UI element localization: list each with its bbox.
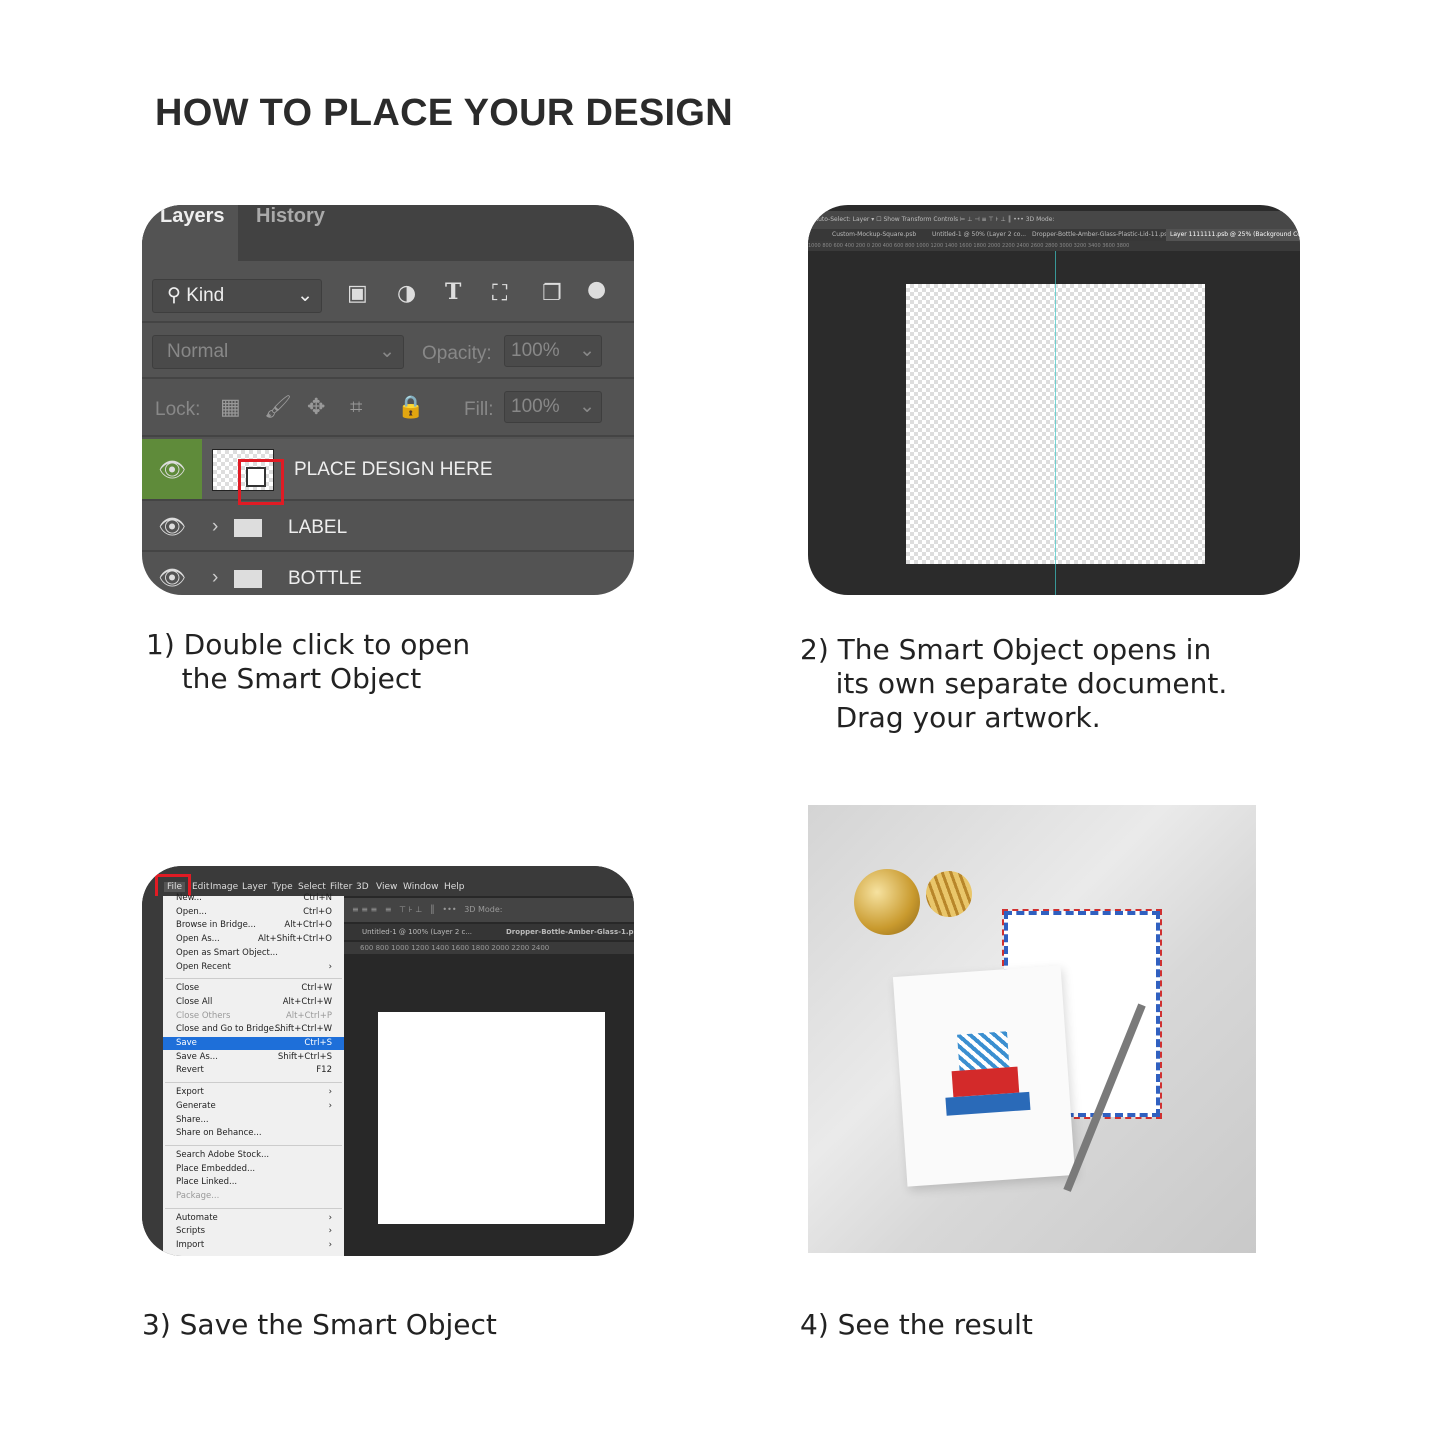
menu-layer[interactable]: Layer bbox=[242, 882, 267, 892]
lock-brush-icon[interactable]: 🖌 bbox=[264, 395, 292, 420]
menu-separator bbox=[165, 1207, 342, 1209]
chevron-down-icon: ⌄ bbox=[579, 396, 595, 417]
filter-toggle-icon[interactable]: ● bbox=[587, 277, 606, 302]
fill-label: Fill: bbox=[464, 399, 494, 420]
filter-kind-select[interactable]: ⚲ Kind ⌄ bbox=[152, 279, 322, 313]
photoshop-file-menu: File Edit Image Layer Type Select Filter 3D View… bbox=[142, 866, 634, 1256]
menu-item-revert[interactable]: Revert F12 bbox=[163, 1064, 344, 1077]
menu-window[interactable]: Window bbox=[403, 882, 439, 892]
menu-item-automate[interactable]: Automate › bbox=[163, 1212, 344, 1225]
menu-separator bbox=[165, 978, 342, 980]
greeting-card bbox=[892, 965, 1076, 1187]
tab-layers[interactable]: Layers bbox=[142, 205, 238, 261]
tools-panel bbox=[142, 896, 163, 1256]
menu-item-close-others[interactable]: Close Others Alt+Ctrl+P bbox=[163, 1010, 344, 1023]
type-filter-icon[interactable]: T bbox=[445, 279, 461, 305]
layer-label[interactable]: 👁 › LABEL bbox=[142, 502, 634, 552]
folder-icon bbox=[234, 519, 262, 537]
layer-bottle[interactable]: 👁 › BOTTLE bbox=[142, 553, 634, 595]
step-3-caption: 3) Save the Smart Object bbox=[142, 1308, 497, 1341]
smart-object-document: Auto-Select: Layer ▾ ☐ Show Transform Co… bbox=[808, 205, 1300, 595]
step-1-caption: 1) Double click to open the Smart Object bbox=[146, 628, 471, 695]
document-tabs: Custom-Mockup-Square.psb Untitled-1 @ 50… bbox=[808, 229, 1300, 241]
menu-item-place-linked[interactable]: Place Linked... bbox=[163, 1176, 344, 1189]
highlight-box bbox=[238, 459, 284, 505]
menu-help[interactable]: Help bbox=[444, 882, 465, 892]
menu-select[interactable]: Select bbox=[298, 882, 326, 892]
options-bar: ≡ ≡ ≡ ≡ ⊤ ⊦ ⊥ ║ ••• 3D Mode: bbox=[344, 898, 634, 922]
fill-input[interactable]: 100% ⌄ bbox=[504, 391, 602, 423]
eye-icon[interactable]: 👁 bbox=[142, 502, 202, 550]
document-tabs: Untitled-1 @ 100% (Layer 2 c... Dropper-… bbox=[344, 924, 634, 940]
blend-mode-select[interactable]: Normal ⌄ bbox=[152, 335, 404, 369]
menu-item-save-as[interactable]: Save As... Shift+Ctrl+S bbox=[163, 1051, 344, 1064]
eye-icon[interactable]: 👁 bbox=[142, 553, 202, 595]
chevron-right-icon[interactable]: › bbox=[212, 516, 218, 538]
ruler: 1000 800 600 400 200 0 200 400 600 800 1… bbox=[808, 241, 1300, 251]
lock-transparent-icon[interactable]: ▦ bbox=[220, 395, 241, 420]
layers-panel: Layers History ⚲ Kind ⌄ ▣ ◑ T ⛶ ❐ ● Norm… bbox=[142, 205, 634, 595]
menu-view[interactable]: View bbox=[376, 882, 397, 892]
menu-3d[interactable]: 3D bbox=[356, 882, 369, 892]
menu-separator bbox=[165, 1144, 342, 1146]
opacity-input[interactable]: 100% ⌄ bbox=[504, 335, 602, 367]
guide-line bbox=[1055, 251, 1056, 595]
step-2-caption: 2) The Smart Object opens in its own sep… bbox=[800, 633, 1228, 734]
menu-image[interactable]: Image bbox=[210, 882, 238, 892]
menu-item-browse-in-bridge[interactable]: Browse in Bridge... Alt+Ctrl+O bbox=[163, 919, 344, 932]
lock-all-icon[interactable]: 🔒 bbox=[397, 395, 424, 420]
menu-item-import[interactable]: Import › bbox=[163, 1239, 344, 1252]
ornament-2 bbox=[926, 871, 972, 917]
menu-edit[interactable]: Edit bbox=[192, 882, 209, 892]
step-4-caption: 4) See the result bbox=[800, 1308, 1033, 1341]
menu-item-generate[interactable]: Generate › bbox=[163, 1100, 344, 1113]
folder-icon bbox=[234, 570, 262, 588]
menu-item-export[interactable]: Export › bbox=[163, 1086, 344, 1099]
menu-item-open-as[interactable]: Open As... Alt+Shift+Ctrl+O bbox=[163, 933, 344, 946]
adjustment-filter-icon[interactable]: ◑ bbox=[397, 281, 416, 306]
tab-history[interactable]: History bbox=[238, 205, 346, 261]
menu-type[interactable]: Type bbox=[272, 882, 293, 892]
image-filter-icon[interactable]: ▣ bbox=[347, 281, 368, 306]
menu-item-close-all[interactable]: Close All Alt+Ctrl+W bbox=[163, 996, 344, 1009]
chevron-down-icon: ⌄ bbox=[579, 340, 595, 361]
menu-filter[interactable]: Filter bbox=[330, 882, 352, 892]
chevron-right-icon[interactable]: › bbox=[212, 567, 218, 589]
layer-place-design-here[interactable]: 👁 PLACE DESIGN HERE bbox=[142, 439, 634, 505]
smart-object-filter-icon[interactable]: ❐ bbox=[542, 281, 562, 306]
menu-item-new[interactable]: New... Ctrl+N bbox=[163, 892, 344, 905]
menu-item-share-on-behance[interactable]: Share on Behance... bbox=[163, 1127, 344, 1140]
page-title: HOW TO PLACE YOUR DESIGN bbox=[155, 92, 733, 134]
file-menu-dropdown: New... Ctrl+N Open... Ctrl+O Browse in Bridg… bbox=[163, 893, 344, 1256]
menu-item-place-embedded[interactable]: Place Embedded... bbox=[163, 1163, 344, 1176]
menu-item-close-and-go-to-bridge[interactable]: Close and Go to Bridge... Shift+Ctrl+W bbox=[163, 1023, 344, 1036]
menu-item-open-as-smart-object[interactable]: Open as Smart Object... bbox=[163, 947, 344, 960]
ornament-1 bbox=[854, 869, 920, 935]
result-photo bbox=[808, 805, 1256, 1253]
chevron-down-icon: ⌄ bbox=[379, 341, 395, 362]
menu-item-open[interactable]: Open... Ctrl+O bbox=[163, 906, 344, 919]
menu-item-search-adobe-stock[interactable]: Search Adobe Stock... bbox=[163, 1149, 344, 1162]
menu-item-close[interactable]: Close Ctrl+W bbox=[163, 982, 344, 995]
ruler: 600 800 1000 1200 1400 1600 1800 2000 22… bbox=[344, 942, 634, 954]
opacity-label: Opacity: bbox=[422, 343, 492, 364]
menu-separator bbox=[165, 1082, 342, 1084]
menu-item-save[interactable]: Save Ctrl+S bbox=[163, 1037, 344, 1050]
menu-item-share[interactable]: Share... bbox=[163, 1114, 344, 1127]
menu-item-package[interactable]: Package... bbox=[163, 1190, 344, 1203]
eye-icon[interactable]: 👁 bbox=[142, 439, 202, 499]
lock-label: Lock: bbox=[155, 399, 201, 420]
shape-filter-icon[interactable]: ⛶ bbox=[492, 281, 507, 306]
lock-move-icon[interactable]: ✥ bbox=[307, 395, 325, 420]
menu-item-open-recent[interactable]: Open Recent › bbox=[163, 961, 344, 974]
lock-artboard-icon[interactable]: ⌗ bbox=[350, 395, 362, 420]
chevron-down-icon: ⌄ bbox=[297, 285, 313, 306]
menu-item-scripts[interactable]: Scripts › bbox=[163, 1225, 344, 1238]
options-bar: Auto-Select: Layer ▾ ☐ Show Transform Co… bbox=[808, 211, 1300, 229]
search-icon: ⚲ bbox=[167, 285, 181, 306]
white-canvas[interactable] bbox=[378, 1012, 605, 1224]
